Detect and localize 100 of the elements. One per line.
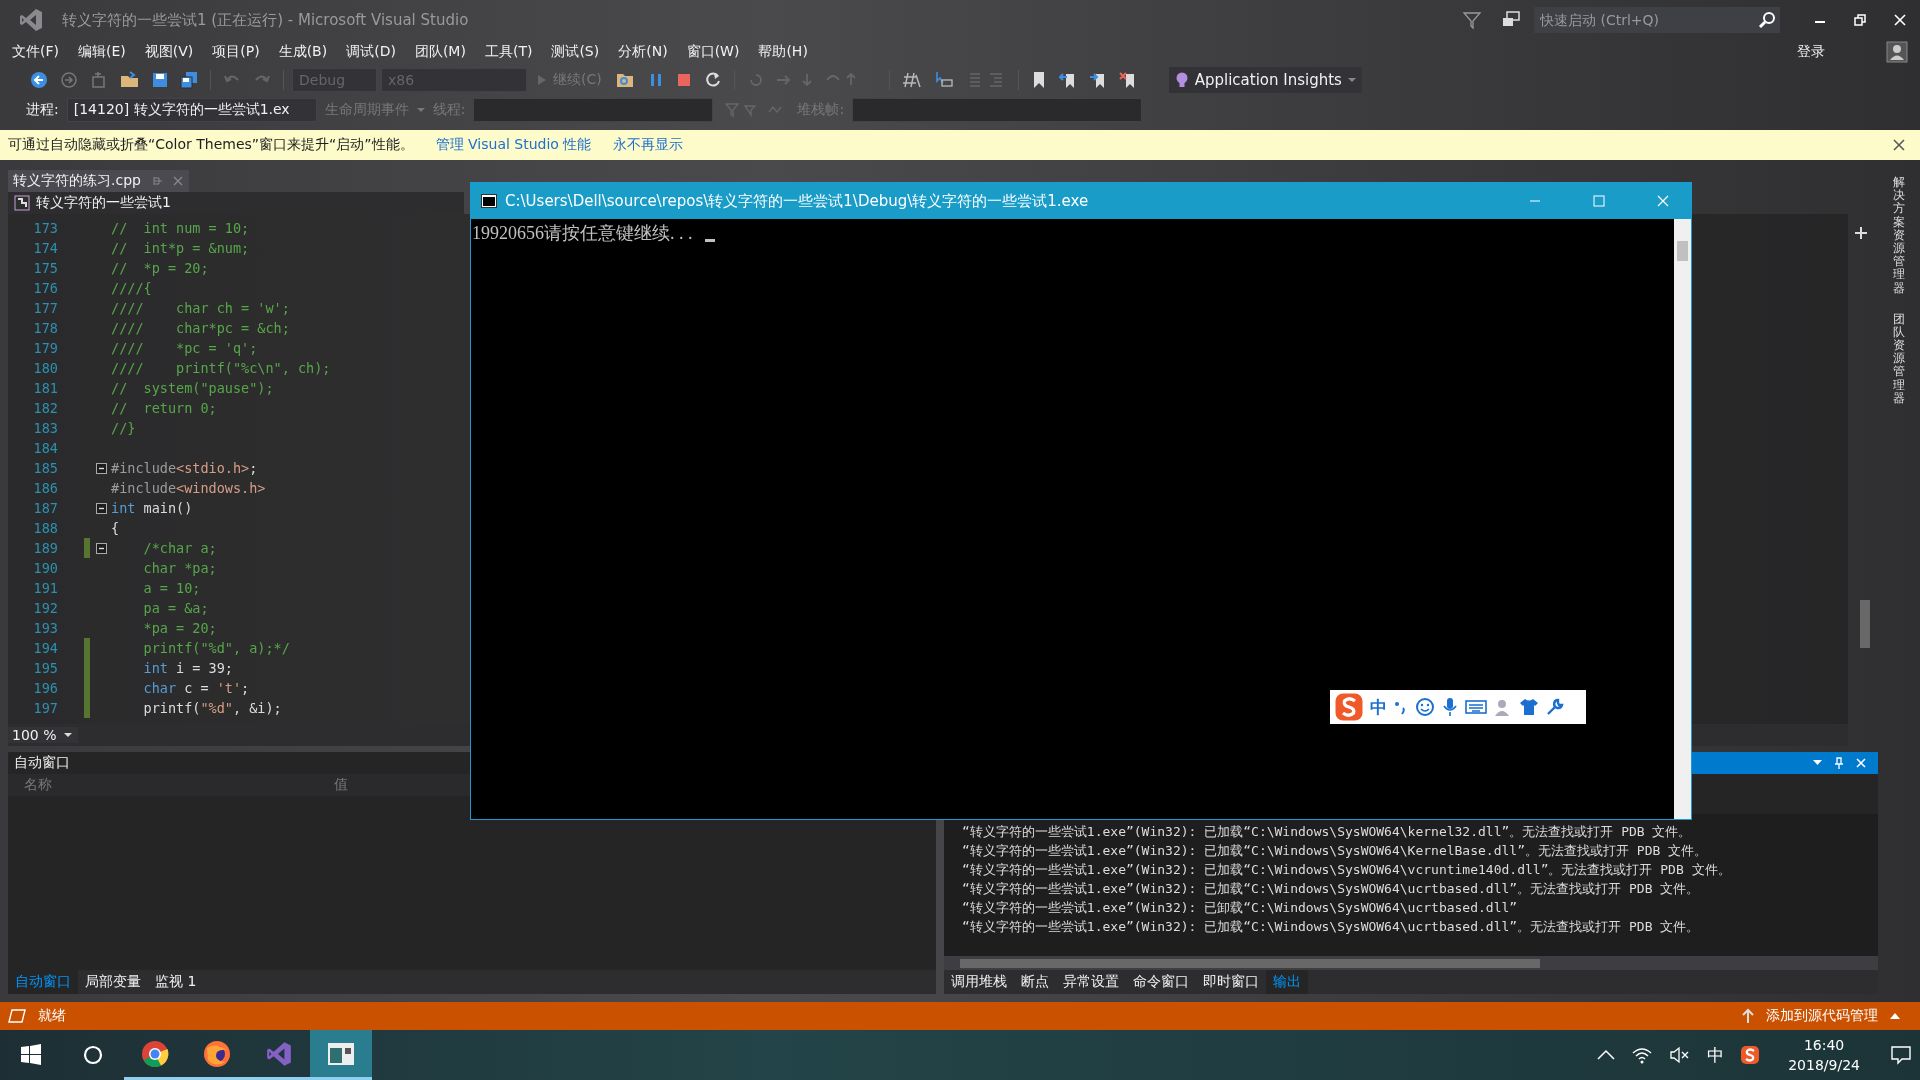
- line-number: 195: [32, 660, 59, 676]
- quick-launch-field[interactable]: 快速启动 (Ctrl+Q): [1534, 7, 1754, 33]
- info-message: 可通过自动隐藏或折叠“Color Themes”窗口来提升“启动”性能。: [8, 136, 414, 154]
- next-bookmark-icon[interactable]: [1088, 71, 1107, 89]
- code-line: int i = 39;: [142, 660, 233, 676]
- code-line: //// *pc = 'q';: [111, 340, 258, 356]
- side-tab[interactable]: 解决方案资源管理器: [1893, 176, 1905, 295]
- panel-tab[interactable]: 输出: [1266, 970, 1308, 994]
- wifi-icon[interactable]: [1631, 1046, 1654, 1064]
- console-window-icon: [327, 1041, 355, 1066]
- caret-up-icon[interactable]: [1890, 1013, 1900, 1019]
- process-dropdown[interactable]: [14120] 转义字符的一些尝试1.ex: [66, 98, 317, 122]
- search-icon[interactable]: [1754, 7, 1780, 33]
- info-link[interactable]: 永不再显示: [613, 136, 684, 154]
- project-navigation-dropdown[interactable]: 转义字符的一些尝试1: [8, 192, 464, 214]
- restart-icon[interactable]: [703, 71, 722, 89]
- line-number: 187: [32, 500, 59, 516]
- line-number: 176: [32, 280, 59, 296]
- stop-icon[interactable]: [675, 72, 692, 88]
- microphone-icon[interactable]: [1441, 697, 1459, 717]
- application-insights-button[interactable]: Application Insights: [1168, 67, 1362, 93]
- sogou-icon[interactable]: [1740, 1045, 1761, 1065]
- open-folder-icon[interactable]: [120, 71, 140, 89]
- previous-bookmark-icon[interactable]: [1058, 71, 1077, 89]
- chevron-up-icon[interactable]: [1597, 1049, 1616, 1061]
- restore-icon[interactable]: [1852, 12, 1868, 28]
- pin-icon[interactable]: [1834, 757, 1844, 769]
- wrench-icon[interactable]: [1545, 697, 1565, 717]
- smiley-icon[interactable]: [1415, 697, 1435, 717]
- caret-icon: [64, 732, 72, 738]
- upload-icon[interactable]: [1742, 1008, 1754, 1024]
- panel-tab[interactable]: 调用堆栈: [944, 970, 1014, 994]
- notification-icon[interactable]: [1890, 1045, 1912, 1065]
- scrollbar[interactable]: [1674, 219, 1691, 819]
- account-icon[interactable]: [1886, 41, 1908, 63]
- keyboard-icon[interactable]: [1465, 699, 1487, 715]
- line-number: 180: [32, 360, 59, 376]
- process-label: 进程:: [26, 101, 59, 119]
- source-control-button[interactable]: 添加到源代码管理: [1766, 1007, 1878, 1025]
- save-all-icon[interactable]: [180, 71, 198, 89]
- save-icon[interactable]: [152, 72, 168, 88]
- code-line: /*char a;: [142, 540, 217, 556]
- panel-tab[interactable]: 异常设置: [1056, 970, 1126, 994]
- filter-icon[interactable]: [1462, 10, 1482, 30]
- find-in-files-icon[interactable]: [615, 71, 636, 89]
- menu-item[interactable]: 分析(N): [618, 43, 668, 61]
- menu-item[interactable]: 团队(M): [414, 43, 466, 61]
- panel-tab[interactable]: 断点: [1014, 970, 1056, 994]
- output-line: “转义字符的一些尝试1.exe”(Win32): 已加载“C:\Windows\SysWOW64\KernelBase.dll”。无法查找或打开 PDB 文件。: [962, 842, 1709, 860]
- line-number: 177: [32, 300, 59, 316]
- line-number: 188: [32, 520, 59, 536]
- menu-item[interactable]: 生成(B): [278, 43, 328, 61]
- close-icon[interactable]: [1892, 12, 1908, 28]
- split-icon[interactable]: [1854, 226, 1868, 240]
- cursor-icon[interactable]: [933, 71, 954, 89]
- scrollbar-thumb[interactable]: [1860, 600, 1870, 648]
- panel-tab[interactable]: 自动窗口: [8, 970, 78, 994]
- menu-item[interactable]: 工具(T): [484, 43, 533, 61]
- collapse-icon[interactable]: [95, 462, 107, 474]
- menu-item[interactable]: 项目(P): [212, 43, 260, 61]
- panel-tab[interactable]: 即时窗口: [1196, 970, 1266, 994]
- line-number: 181: [32, 380, 59, 396]
- sign-in-link[interactable]: 登录: [1797, 43, 1825, 61]
- panel-tab[interactable]: 局部变量: [78, 970, 148, 994]
- clock[interactable]: 16:40 2018/9/24: [1788, 1035, 1860, 1075]
- close-icon[interactable]: [1892, 138, 1906, 152]
- console-output: 19920656请按任意键继续. . .: [472, 222, 693, 245]
- taskbar-app[interactable]: [310, 1030, 372, 1080]
- search-icon[interactable]: [82, 1044, 104, 1066]
- output-line: “转义字符的一些尝试1.exe”(Win32): 已加载“C:\Windows\SysWOW64\vcruntime140d.dll”。无法查找或打开 PDB 文件。: [962, 861, 1732, 879]
- zoom-dropdown[interactable]: 100 %: [8, 727, 78, 743]
- menu-item[interactable]: 调试(D): [346, 43, 396, 61]
- side-tab[interactable]: 团队资源管理器: [1893, 312, 1905, 405]
- menu-item[interactable]: 文件(F): [12, 43, 59, 61]
- input-mode-toggle[interactable]: 中: [1370, 695, 1387, 719]
- line-number: 182: [32, 400, 59, 416]
- start-icon[interactable]: [20, 1044, 42, 1066]
- panel-tab[interactable]: 命令窗口: [1126, 970, 1196, 994]
- menu-item[interactable]: 测试(S): [551, 43, 600, 61]
- panel-tab[interactable]: 监视 1: [148, 970, 204, 994]
- scrollbar-thumb[interactable]: [960, 958, 1540, 968]
- info-link[interactable]: 管理 Visual Studio 性能: [435, 136, 592, 154]
- back-icon[interactable]: [30, 71, 48, 89]
- forward-icon[interactable]: [60, 71, 78, 89]
- input-method-indicator[interactable]: 中: [1707, 1043, 1725, 1067]
- hex-display-icon[interactable]: [901, 71, 922, 89]
- line-number: 197: [32, 700, 59, 716]
- menu-item[interactable]: 帮助(H): [758, 43, 808, 61]
- collapse-icon[interactable]: [95, 502, 107, 514]
- output-line: “转义字符的一些尝试1.exe”(Win32): 已加载“C:\Windows\SysWOW64\ucrtbased.dll”。无法查找或打开 PDB 文件。: [962, 918, 1701, 936]
- collapse-icon[interactable]: [95, 542, 107, 554]
- clear-bookmarks-icon[interactable]: [1118, 71, 1137, 89]
- menu-item[interactable]: 视图(V): [144, 43, 194, 61]
- output-line: “转义字符的一些尝试1.exe”(Win32): 已卸载“C:\Windows\SysWOW64\ucrtbased.dll”: [962, 899, 1519, 917]
- menu-item[interactable]: 窗口(W): [686, 43, 740, 61]
- caret-icon[interactable]: [1813, 760, 1822, 766]
- project-icon: [14, 195, 30, 211]
- menu-item[interactable]: 编辑(E): [78, 43, 126, 61]
- shirt-icon[interactable]: [1519, 697, 1539, 717]
- console-title: C:\Users\Dell\source\repos\转义字符的一些尝试1\Debug\转义字符的一些尝试1.exe: [505, 191, 1089, 211]
